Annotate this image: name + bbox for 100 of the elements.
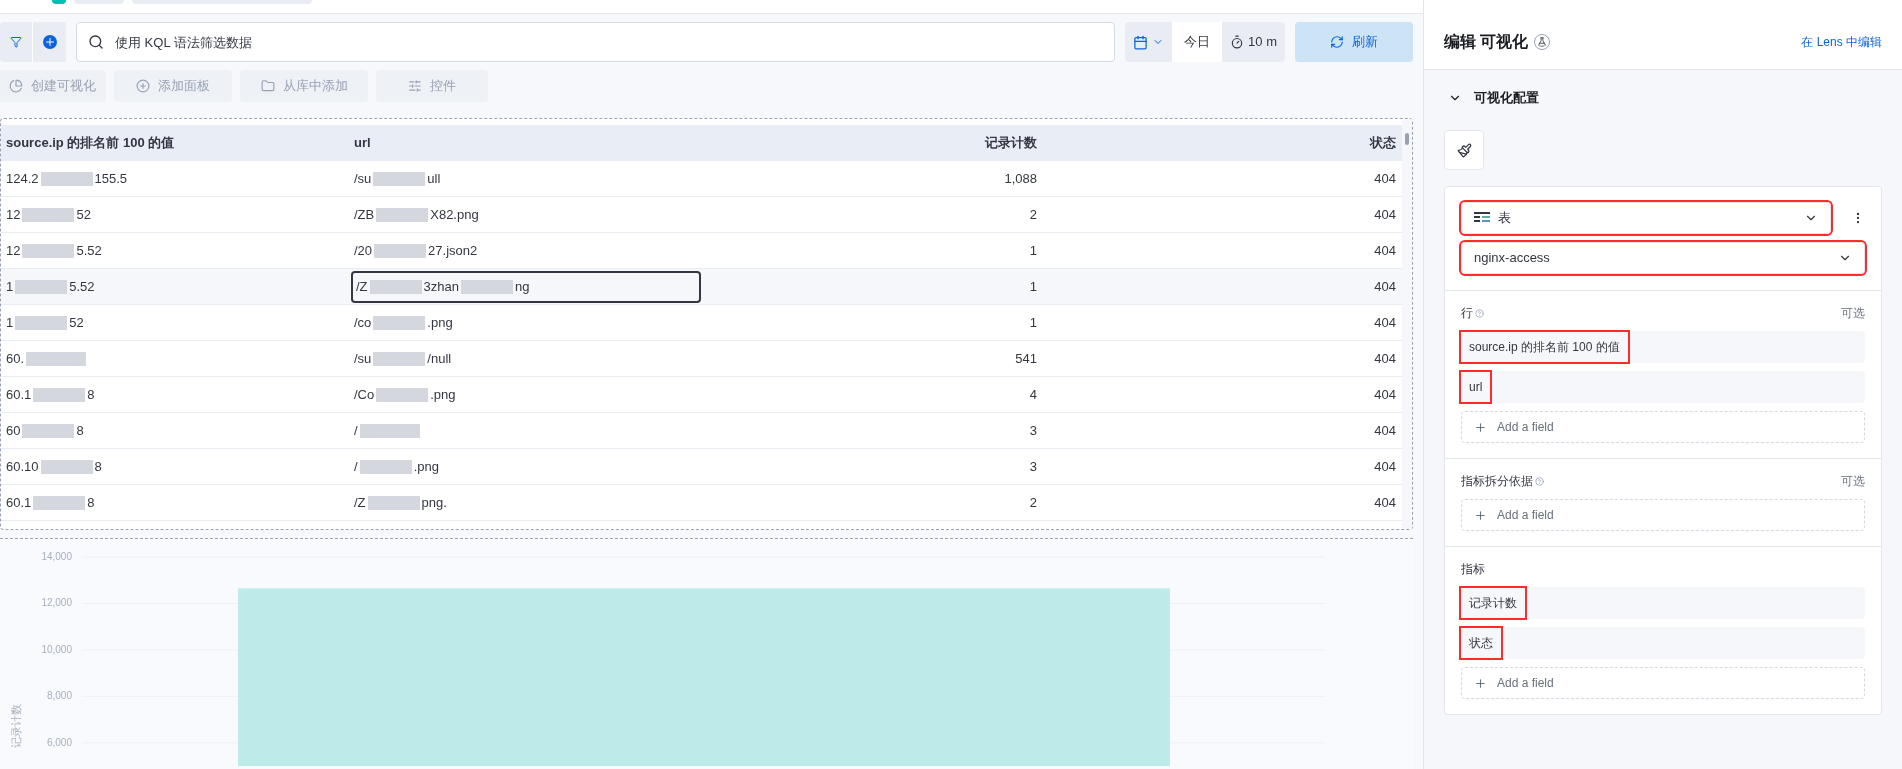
plus-icon <box>42 35 57 49</box>
axis-tick-label: 6,000 <box>46 736 72 748</box>
cell-text: 60.1 <box>6 494 32 510</box>
add-field-button[interactable]: Add a field <box>1461 411 1865 443</box>
axis-tick-label: 14,000 <box>41 551 72 562</box>
chart-type-select[interactable]: 表 <box>1461 202 1831 234</box>
cell-text: .png <box>427 313 453 332</box>
redaction-blur <box>373 171 426 186</box>
action-icon <box>136 79 150 93</box>
calendar-icon <box>1133 34 1149 50</box>
action-icon <box>8 79 23 93</box>
redaction-blur <box>26 352 87 367</box>
refresh-button[interactable]: 刷新 <box>1295 22 1413 62</box>
cell-text: 1 <box>6 314 14 330</box>
optional-label: 可选 <box>1841 473 1865 490</box>
cell-text: 52 <box>69 314 84 330</box>
table-cell-text: 404 <box>1373 457 1397 476</box>
optional-label: 可选 <box>1841 305 1865 322</box>
table-cell-text: 404 <box>1373 241 1397 260</box>
table-cell-text: 3 <box>1028 421 1038 440</box>
cell-text: 12 <box>6 206 21 222</box>
plus-icon <box>1474 508 1487 522</box>
column-header[interactable]: source.ip 的排名前 100 的值 <box>1 133 351 153</box>
table-cell-text: 404 <box>1373 169 1397 188</box>
redaction-blur <box>373 351 426 366</box>
action-icon <box>408 79 422 93</box>
help-icon <box>1475 308 1484 318</box>
cell-text: 60.1 <box>6 386 32 402</box>
table-cell-text: 404 <box>1373 493 1397 512</box>
axis-title: 记录计数 <box>10 704 22 748</box>
redaction-blur <box>461 279 513 294</box>
chart-type-label: 表 <box>1498 209 1511 228</box>
refresh-icon <box>1330 35 1344 49</box>
dimension-field[interactable]: source.ip 的排名前 100 的值 <box>1461 331 1865 363</box>
table-cell-text: 1,088 <box>1003 169 1038 188</box>
table-cell-text: 4 <box>1028 385 1038 404</box>
table-cell-text: 404 <box>1373 313 1397 332</box>
help-icon <box>1535 476 1544 486</box>
table-cell-text: 404 <box>1373 349 1397 368</box>
table-cell-text: 1 <box>1028 241 1038 260</box>
table-cell-text: 3 <box>1028 457 1038 476</box>
data-view-select[interactable]: nginx-access <box>1461 242 1865 274</box>
redaction-blur <box>369 279 422 294</box>
cell-text: 5.52 <box>69 278 95 294</box>
cell-text: /Z <box>356 277 368 296</box>
refresh-interval-button[interactable]: 10 m <box>1222 22 1285 62</box>
cell-text: /20 <box>354 241 373 260</box>
add-filter-button[interactable] <box>32 22 66 62</box>
cell-text: 3zhan <box>423 277 459 296</box>
cell-text: /su <box>354 349 372 368</box>
add-field-button[interactable]: Add a field <box>1461 667 1865 699</box>
logo-mark <box>52 0 66 4</box>
field-label: source.ip 的排名前 100 的值 <box>1461 332 1628 362</box>
redaction-blur <box>367 495 420 510</box>
cell-text: 8 <box>87 386 95 402</box>
dimension-field[interactable]: url <box>1461 371 1865 403</box>
table-cell-text: 404 <box>1373 205 1397 224</box>
search-field[interactable]: 使用 KQL 语法筛选数据 <box>76 22 1116 62</box>
redaction-blur <box>359 459 412 474</box>
column-header[interactable]: url <box>351 133 701 153</box>
redaction-blur <box>22 424 75 439</box>
cell-text: /co <box>354 313 372 332</box>
table-cell-text: 2 <box>1028 493 1038 512</box>
axis-tick-label: 12,000 <box>41 597 72 609</box>
plus-icon <box>1474 420 1487 434</box>
field-label: url <box>1461 372 1491 402</box>
cell-text: .png <box>430 385 456 404</box>
dimension-field[interactable]: 记录计数 <box>1461 587 1865 619</box>
paintbrush-icon <box>1456 142 1472 158</box>
cell-text: 1 <box>6 278 14 294</box>
redaction-blur <box>40 460 93 475</box>
table-cell-text: 404 <box>1373 421 1397 440</box>
cell-text: X82.png <box>430 205 479 224</box>
group-title: 行 <box>1461 305 1473 322</box>
cell-text: 52 <box>76 206 91 222</box>
cell-text: /null <box>427 349 452 368</box>
cell-text: 5.52 <box>76 242 102 258</box>
cell-text: ng <box>515 277 530 296</box>
edit-in-lens-link[interactable]: 在 Lens 中编辑 <box>1801 32 1882 51</box>
style-button[interactable] <box>1444 130 1484 170</box>
cell-text: png. <box>421 493 447 512</box>
column-header[interactable]: 记录计数 <box>701 133 1040 153</box>
table-cell-text: 404 <box>1373 277 1397 296</box>
cell-text: 12 <box>6 242 21 258</box>
cell-text: / <box>354 457 358 476</box>
table-cell-text: 1 <box>1028 313 1038 332</box>
cell-text: 60.10 <box>6 458 39 474</box>
section-toggle[interactable]: 可视化配置 <box>1424 86 1902 110</box>
cell-text: .png <box>413 457 439 476</box>
dimension-field[interactable]: 状态 <box>1461 627 1865 659</box>
add-field-button[interactable]: Add a field <box>1461 499 1865 531</box>
action-icon <box>260 79 275 93</box>
date-label[interactable]: 今日 <box>1172 22 1223 62</box>
cell-text: /Co <box>354 385 375 404</box>
redaction-blur <box>22 208 75 223</box>
cell-text: /su <box>354 169 372 188</box>
table-cell-text: 541 <box>1014 349 1038 368</box>
column-header[interactable]: 状态 <box>1040 133 1402 153</box>
redaction-blur <box>15 280 68 295</box>
table-row[interactable]: 1 5.52 /Z 3zhan ng 1 404 <box>1 269 1402 305</box>
